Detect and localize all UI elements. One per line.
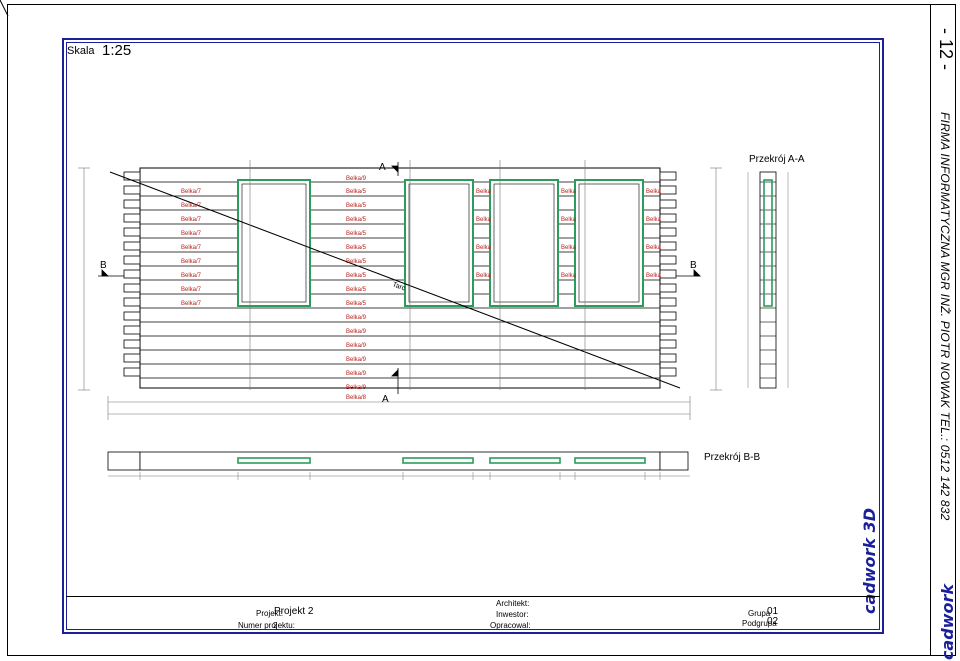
beam-label: Belka xyxy=(646,217,662,223)
section-bb-title: Przekrój B-B xyxy=(704,452,760,463)
beam-label: Belka/5 xyxy=(346,203,367,209)
project-number-value: 2 xyxy=(273,621,278,630)
section-bb-view xyxy=(107,451,690,480)
investor-label: Inwestor: xyxy=(496,610,529,619)
beam-label: Belka/7 xyxy=(181,189,202,195)
beam-label: Belka/8 xyxy=(346,395,367,401)
beam-label: Belka/7 xyxy=(181,259,202,265)
section-a-markers xyxy=(391,162,399,394)
section-aa-title: Przekrój A-A xyxy=(749,154,805,165)
drawing-canvas: A A B B Przekrój A-A Przekrój B-B Tarc B… xyxy=(78,154,805,480)
section-a-label-top: A xyxy=(379,162,386,173)
prepared-label: Opracowal: xyxy=(490,621,531,630)
beam-label: Belka/5 xyxy=(346,273,367,279)
beam-label: Belka/9 xyxy=(346,329,367,335)
beam-label: Belka xyxy=(646,245,662,251)
beam-label: Belka xyxy=(561,273,577,279)
beam-label: Belka/9 xyxy=(346,343,367,349)
left-beam-ends xyxy=(123,171,141,377)
beam-label: Belka/7 xyxy=(181,231,202,237)
beam-label: Belka xyxy=(476,245,492,251)
subgroup-value: 02 xyxy=(767,616,779,627)
beam-label: Belka/7 xyxy=(181,245,202,251)
beam-label: Belka xyxy=(476,189,492,195)
beam-label: Belka/7 xyxy=(181,301,202,307)
beam-label: Belka/5 xyxy=(346,259,367,265)
section-a-label-bottom: A xyxy=(382,394,389,405)
section-b-label-left: B xyxy=(100,260,107,271)
beam-label: Belka/7 xyxy=(181,203,202,209)
title-block: Projekt: Projekt 2 Numer projektu: 2 Arc… xyxy=(66,596,880,630)
beam-label: Belka xyxy=(561,217,577,223)
beam-label: Belka/7 xyxy=(181,287,202,293)
beam-label: Belka xyxy=(561,245,577,251)
beam-label: Belka xyxy=(561,189,577,195)
project-number-label: Numer projektu: xyxy=(238,621,295,630)
beam-label: Belka/5 xyxy=(346,245,367,251)
beam-label: Belka/5 xyxy=(346,301,367,307)
beam-label: Belka xyxy=(646,273,662,279)
beam-label: Belka/7 xyxy=(181,273,202,279)
right-beam-ends xyxy=(659,171,677,377)
beam-label: Belka/7 xyxy=(181,217,202,223)
opening-1 xyxy=(237,179,311,307)
beam-labels-left: Belka/7 Belka/7 Belka/7 Belka/7 Belka/7 … xyxy=(181,189,202,307)
opening-2 xyxy=(404,179,474,307)
beam-label: Belka xyxy=(646,189,662,195)
beam-label: Belka/9 xyxy=(346,357,367,363)
beam-label: Belka/9 xyxy=(346,371,367,377)
beam-label: Belka/9 xyxy=(346,315,367,321)
beam-label: Belka/9 xyxy=(346,176,367,182)
section-aa-view xyxy=(747,171,789,389)
beam-label: Belka/5 xyxy=(346,189,367,195)
project-value: Projekt 2 xyxy=(274,606,314,617)
section-b-label-right: B xyxy=(690,260,697,271)
beam-label: Belka/5 xyxy=(346,217,367,223)
beam-label: Belka xyxy=(476,217,492,223)
beam-label: Belka/5 xyxy=(346,231,367,237)
architect-label: Architekt: xyxy=(496,599,530,608)
beam-label: Belka/5 xyxy=(346,287,367,293)
beam-label: Belka/9 xyxy=(346,385,367,391)
beam-label: Belka xyxy=(476,273,492,279)
